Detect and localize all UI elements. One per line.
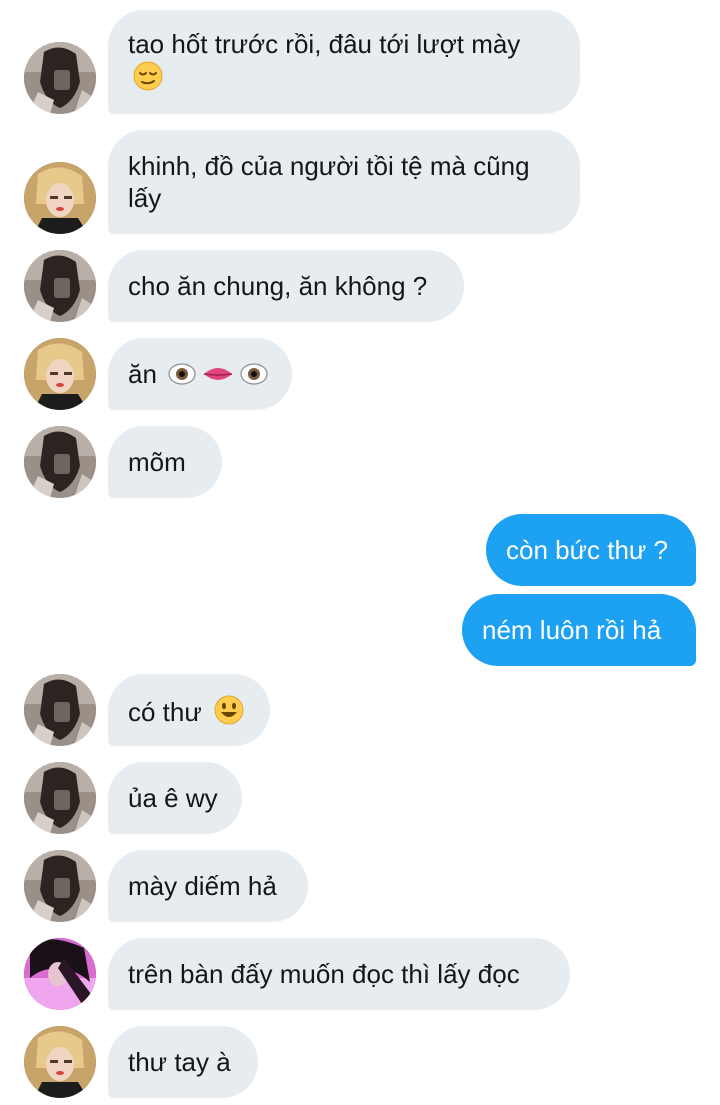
message-text: mày diếm hả bbox=[128, 871, 277, 901]
avatar-friend-b[interactable] bbox=[24, 1026, 96, 1098]
message-bubble[interactable]: cho ăn chung, ăn không ? bbox=[108, 250, 464, 322]
avatar-photo-icon bbox=[24, 674, 96, 746]
avatar-friend-c[interactable] bbox=[24, 938, 96, 1010]
message-bubble[interactable]: thư tay à bbox=[108, 1026, 258, 1098]
relieved-face-icon bbox=[132, 60, 164, 92]
message-text: khinh, đồ của người tồi tệ mà cũng lấy bbox=[128, 151, 530, 213]
message-text: ăn bbox=[128, 359, 157, 389]
message-bubble[interactable]: mõm bbox=[108, 426, 222, 498]
message-bubble[interactable]: mày diếm hả bbox=[108, 850, 308, 922]
message-text: ném luôn rồi hả bbox=[482, 615, 662, 645]
message-text: thư tay à bbox=[128, 1047, 231, 1077]
avatar-friend-a[interactable] bbox=[24, 426, 96, 498]
message-bubble[interactable]: tao hốt trước rồi, đâu tới lượt mày bbox=[108, 10, 580, 114]
message-text: ủa ê wy bbox=[128, 783, 218, 813]
avatar-photo-icon bbox=[24, 850, 96, 922]
message-bubble[interactable]: ủa ê wy bbox=[108, 762, 242, 834]
avatar-photo-icon bbox=[24, 426, 96, 498]
message-text: còn bức thư ? bbox=[506, 535, 669, 565]
message-text: tao hốt trước rồi, đâu tới lượt mày bbox=[128, 29, 521, 59]
message-bubble-sent[interactable]: còn bức thư ? bbox=[486, 514, 696, 586]
avatar-friend-b[interactable] bbox=[24, 162, 96, 234]
avatar-photo-icon bbox=[24, 162, 96, 234]
avatar-photo-icon bbox=[24, 338, 96, 410]
eyes-lips-eyes-icon bbox=[168, 360, 268, 388]
avatar-friend-a[interactable] bbox=[24, 42, 96, 114]
message-bubble[interactable]: có thư bbox=[108, 674, 270, 746]
message-text: cho ăn chung, ăn không ? bbox=[128, 271, 428, 301]
message-text: mõm bbox=[128, 447, 186, 477]
avatar-photo-icon bbox=[24, 250, 96, 322]
avatar-photo-icon bbox=[24, 42, 96, 114]
message-text: trên bàn đấy muốn đọc thì lấy đọc bbox=[128, 959, 520, 989]
avatar-friend-a[interactable] bbox=[24, 850, 96, 922]
message-bubble[interactable]: ăn bbox=[108, 338, 292, 410]
avatar-photo-icon bbox=[24, 762, 96, 834]
message-bubble-sent[interactable]: ném luôn rồi hả bbox=[462, 594, 696, 666]
message-thread: tao hốt trước rồi, đâu tới lượt mày khin… bbox=[0, 0, 720, 1105]
avatar-friend-a[interactable] bbox=[24, 250, 96, 322]
message-text: có thư bbox=[128, 697, 202, 727]
avatar-friend-b[interactable] bbox=[24, 338, 96, 410]
avatar-photo-icon bbox=[24, 938, 96, 1010]
avatar-photo-icon bbox=[24, 1026, 96, 1098]
avatar-friend-a[interactable] bbox=[24, 762, 96, 834]
message-bubble[interactable]: khinh, đồ của người tồi tệ mà cũng lấy bbox=[108, 130, 580, 234]
avatar-friend-a[interactable] bbox=[24, 674, 96, 746]
message-bubble[interactable]: trên bàn đấy muốn đọc thì lấy đọc bbox=[108, 938, 570, 1010]
smiling-face-icon bbox=[213, 694, 245, 726]
